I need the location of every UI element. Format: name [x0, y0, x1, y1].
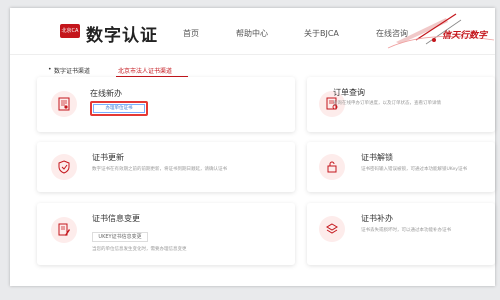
nav-about-bjca[interactable]: 关于BJCA	[304, 28, 339, 39]
card-title: 证书更新	[92, 153, 124, 162]
card-cert-reissue[interactable]: 证书补办 证书丢失或损坏时，可以通过本功能补办证书	[307, 203, 495, 265]
nav-help-center[interactable]: 帮助中心	[236, 28, 268, 39]
card-description: 数字证书在有效期之前的前期更新，将证书到期日顺延，请确认证书	[92, 167, 227, 172]
card-description: 证书丢失或损坏时，可以通过本功能补办证书	[361, 228, 451, 233]
card-title: 在线新办	[90, 89, 122, 98]
card-cert-unlock[interactable]: 证书解锁 证书密码输入错误被锁，可通过本功能解锁UKey证书	[307, 142, 495, 192]
banner-slogan: 信天行数字	[442, 31, 488, 41]
card-description: 查询在线申办订单进度，以及订单状态，查看订单详情	[333, 101, 441, 106]
card-title: 证书信息变更	[92, 214, 140, 223]
header-divider	[10, 54, 495, 55]
logo-badge[interactable]: 北京CA	[60, 24, 80, 38]
card-cert-renew[interactable]: 证书更新 数字证书在有效期之前的前期更新，将证书到期日顺延，请确认证书	[37, 142, 295, 192]
card-description: 当您的单位信息发生变化时，需要办理信息变更	[92, 247, 187, 252]
certificate-icon	[51, 91, 77, 117]
logo-text[interactable]: 数字认证	[86, 21, 158, 46]
shield-icon	[51, 154, 77, 180]
breadcrumb-item[interactable]: 数字证书渠道	[54, 66, 90, 75]
card-cert-info-change[interactable]: 证书信息变更 当您的单位信息发生变化时，需要办理信息变更	[37, 203, 295, 265]
card-title: 证书解锁	[361, 153, 393, 162]
card-title: 订单查询	[333, 88, 365, 97]
card-description: 证书密码输入错误被锁，可通过本功能解锁UKey证书	[361, 167, 467, 172]
card-order-query[interactable]: 订单查询 查询在线申办订单进度，以及订单状态，查看订单详情	[307, 77, 495, 132]
breadcrumb-bullet: •	[48, 66, 52, 73]
card-online-apply[interactable]: 在线新办	[37, 77, 295, 132]
ukey-info-change-button[interactable]: UKEY证书信息变更	[92, 232, 148, 242]
layers-icon	[319, 216, 345, 242]
apply-unit-certificate-button[interactable]: 办理单位证书	[93, 104, 145, 113]
breadcrumb-item-current[interactable]: 北京市法人证书渠道	[118, 66, 172, 75]
nav-home[interactable]: 首页	[183, 28, 199, 39]
edit-document-icon	[51, 217, 77, 243]
card-title: 证书补办	[361, 214, 393, 223]
unlock-icon	[319, 154, 345, 180]
